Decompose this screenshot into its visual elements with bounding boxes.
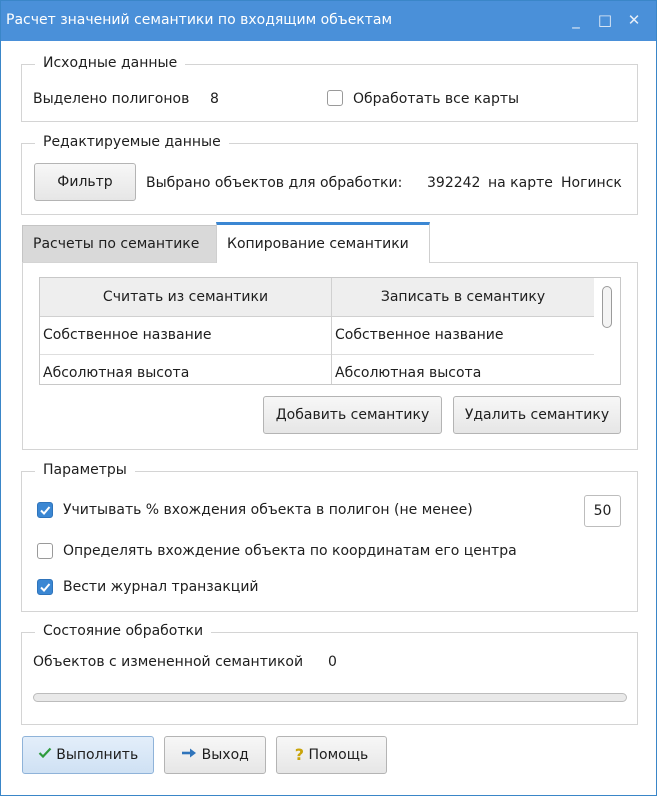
changed-objects-label: Объектов с измененной семантикой [33, 654, 304, 670]
tab-copy-semantics[interactable]: Копирование семантики [216, 222, 430, 263]
minimize-button[interactable]: _ [566, 10, 586, 30]
title-bar[interactable]: Расчет значений семантики по входящим об… [1, 1, 656, 41]
close-button[interactable]: ✕ [624, 10, 644, 30]
column-divider [331, 278, 332, 384]
run-button-label: Выполнить [56, 747, 139, 763]
progress-bar [33, 693, 627, 702]
semantics-table[interactable]: Считать из семантики Записать в семантик… [39, 277, 621, 385]
status-legend: Состояние обработки [35, 623, 212, 639]
exit-button[interactable]: Выход [164, 736, 266, 774]
on-map-label: на карте [488, 175, 553, 191]
selected-objects-label: Выбрано объектов для обработки: [146, 175, 403, 191]
source-data-legend: Исходные данные [35, 55, 186, 71]
check-icon [40, 583, 51, 592]
journal-option-label[interactable]: Вести журнал транзакций [63, 579, 259, 595]
table-cell[interactable]: Абсолютная высота [40, 355, 189, 384]
percent-option-label[interactable]: Учитывать % вхождения объекта в полигон … [63, 502, 473, 518]
polygons-label: Выделено полигонов [33, 91, 190, 107]
remove-semantics-button[interactable]: Удалить семантику [453, 396, 621, 434]
status-group: Состояние обработки [21, 623, 638, 725]
edited-data-legend: Редактируемые данные [35, 134, 229, 150]
column-header-read[interactable]: Считать из семантики [40, 278, 331, 316]
column-header-write[interactable]: Записать в семантику [332, 278, 594, 316]
tab-calculations[interactable]: Расчеты по семантике [22, 225, 217, 263]
changed-objects-count: 0 [328, 654, 337, 670]
map-name: Ногинск [561, 175, 622, 191]
dialog-window: Расчет значений семантики по входящим об… [0, 0, 657, 796]
percent-input[interactable]: 50 [584, 495, 621, 527]
all-maps-label[interactable]: Обработать все карты [353, 91, 519, 107]
checkmark-icon [38, 737, 52, 773]
table-cell[interactable]: Абсолютная высота [332, 355, 481, 384]
question-icon: ? [294, 745, 305, 764]
window-title: Расчет значений семантики по входящим об… [6, 12, 393, 28]
tab-copy-semantics-label: Копирование семантики [227, 236, 409, 252]
center-coords-option-label[interactable]: Определять вхождение объекта по координа… [63, 543, 517, 559]
percent-checkbox[interactable] [37, 502, 53, 518]
check-icon [40, 506, 51, 515]
help-button-label: Помощь [308, 747, 369, 763]
table-row[interactable]: Абсолютная высота Абсолютная высота [40, 355, 594, 384]
center-coords-checkbox[interactable] [37, 543, 53, 559]
tab-calculations-label: Расчеты по семантике [33, 236, 200, 252]
table-scrollbar[interactable] [602, 286, 612, 328]
journal-checkbox[interactable] [37, 579, 53, 595]
run-button[interactable]: Выполнить [22, 736, 154, 774]
table-header: Считать из семантики Записать в семантик… [40, 278, 594, 317]
table-cell[interactable]: Собственное название [332, 317, 504, 354]
polygons-count: 8 [210, 91, 219, 107]
exit-button-label: Выход [201, 747, 249, 763]
table-row[interactable]: Собственное название Собственное названи… [40, 317, 594, 355]
all-maps-checkbox[interactable] [327, 90, 343, 106]
add-semantics-button[interactable]: Добавить семантику [263, 396, 442, 434]
arrow-right-icon [181, 737, 197, 773]
filter-button[interactable]: Фильтр [34, 163, 136, 201]
maximize-button[interactable]: □ [595, 10, 615, 30]
table-cell[interactable]: Собственное название [40, 317, 212, 354]
selected-objects-count: 392242 [427, 175, 481, 191]
help-button[interactable]: ? Помощь [276, 736, 387, 774]
parameters-legend: Параметры [35, 462, 135, 478]
